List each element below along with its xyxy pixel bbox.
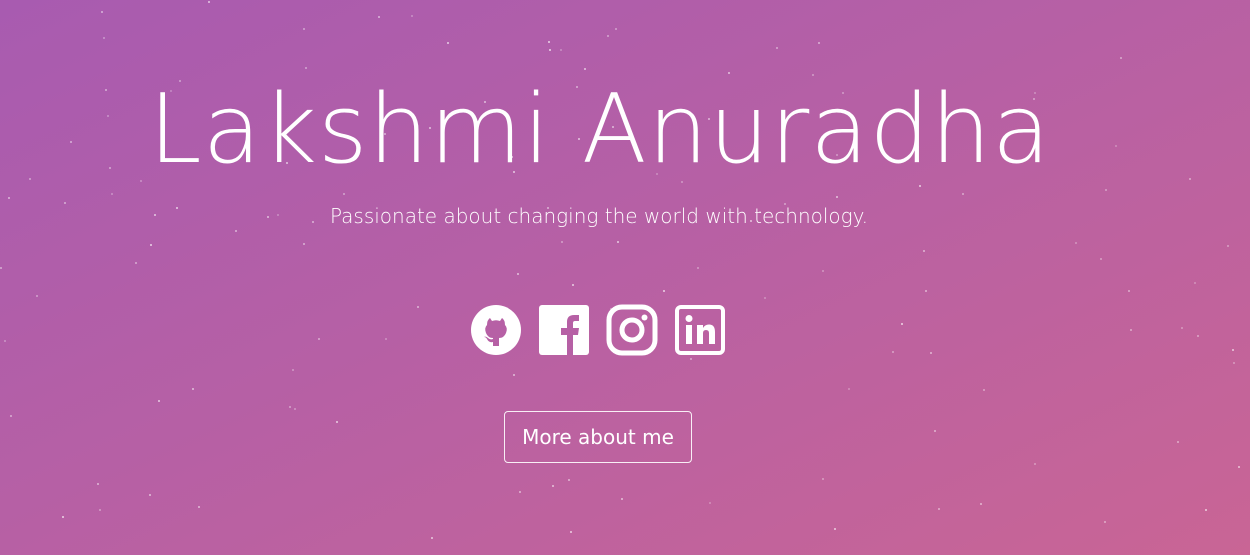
hero-name: Lakshmi Anuradha [148, 75, 1052, 185]
linkedin-link[interactable] [674, 304, 726, 356]
more-about-me-button[interactable]: More about me [504, 411, 692, 463]
hero-section: Lakshmi Anuradha Passionate about changi… [0, 0, 1250, 555]
facebook-icon [539, 305, 589, 355]
instagram-link[interactable] [606, 304, 658, 356]
github-link[interactable] [470, 304, 522, 356]
social-links [470, 302, 728, 358]
hero-tagline: Passionate about changing the world with… [329, 204, 868, 228]
linkedin-icon [675, 305, 725, 355]
facebook-link[interactable] [538, 304, 590, 356]
instagram-icon [606, 304, 658, 356]
github-icon [471, 305, 521, 355]
